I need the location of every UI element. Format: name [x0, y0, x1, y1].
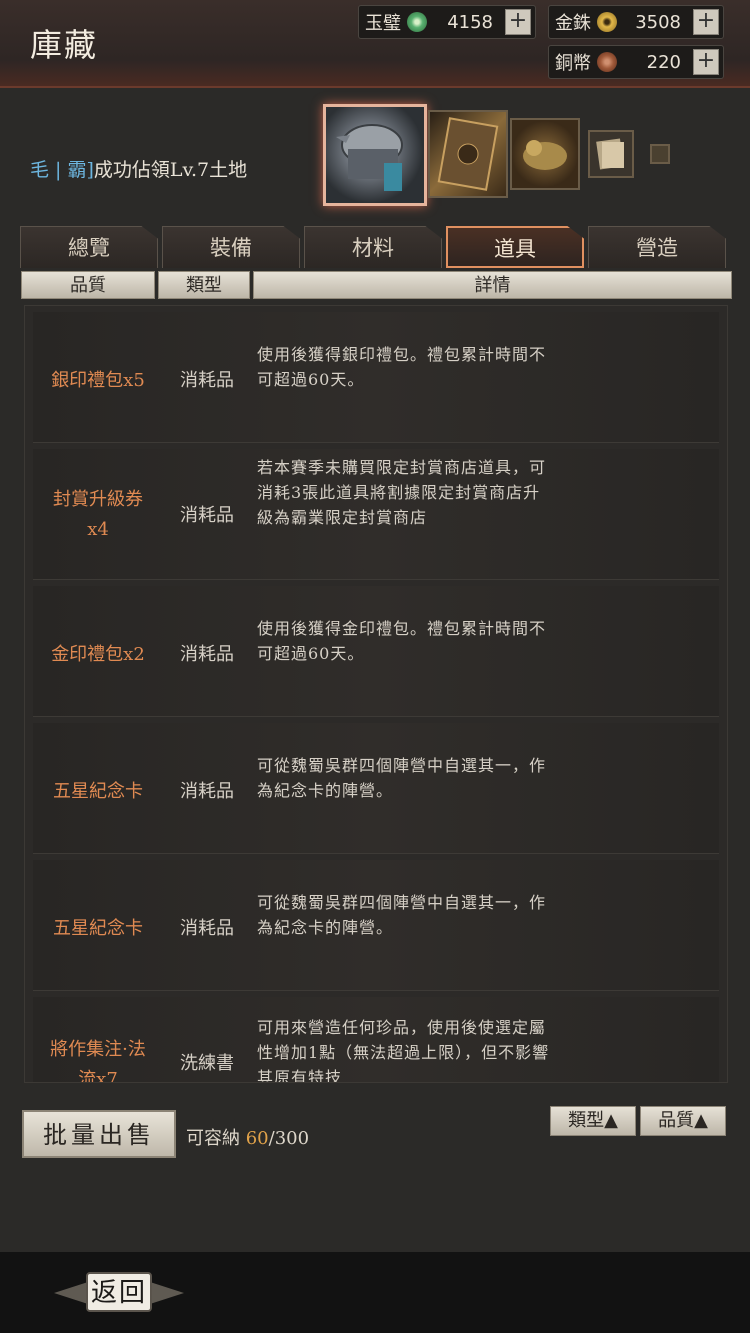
- resource-jade: 玉璧 4158 +: [358, 5, 536, 39]
- paper-bundle-icon: [596, 138, 624, 170]
- tab-construct[interactable]: 營造: [588, 226, 726, 268]
- resource-label: 銅幣: [555, 53, 591, 74]
- list-item[interactable]: 將作集注·法流x7 洗練書 可用來營造任何珍品，使用後使選定屬性增加1點（無法超…: [33, 997, 719, 1083]
- item-name: 五星紀念卡: [53, 918, 143, 939]
- sort-by-quality-button[interactable]: 品質▲: [640, 1106, 726, 1136]
- item-desc: 可從魏蜀吳群四個陣營中自選其一，作為紀念卡的陣營。: [257, 756, 547, 800]
- sort-by-type-button[interactable]: 類型▲: [550, 1106, 636, 1136]
- item-type: 消耗品: [180, 918, 234, 939]
- resource-value: 3508: [635, 11, 681, 33]
- tab-overview[interactable]: 總覽: [20, 226, 158, 268]
- page-title: 庫藏: [30, 26, 99, 64]
- gold-coin-icon: [597, 12, 617, 32]
- item-type: 消耗品: [180, 370, 234, 391]
- back-wing-left-icon: [54, 1282, 88, 1304]
- capacity-label: 可容納: [186, 1128, 240, 1149]
- bronze-beast-icon: [523, 140, 567, 170]
- column-type[interactable]: 類型: [158, 271, 250, 299]
- back-button[interactable]: 返回: [50, 1268, 188, 1318]
- resource-value: 4158: [447, 11, 493, 33]
- add-copper-button[interactable]: +: [693, 49, 719, 75]
- list-item[interactable]: 銀印禮包x5 消耗品 使用後獲得銀印禮包。禮包累計時間不可超過60天。: [33, 312, 719, 443]
- item-type: 消耗品: [180, 644, 234, 665]
- item-desc: 可用來營造任何珍品，使用後使選定屬性增加1點（無法超過上限），但不影響其原有特技: [257, 1018, 550, 1083]
- resource-label: 玉璧: [365, 13, 401, 34]
- tab-equipment[interactable]: 裝備: [162, 226, 300, 268]
- ticker-message: 成功佔領Lv.7土地: [93, 159, 248, 181]
- copper-coin-icon: [597, 52, 617, 72]
- item-desc: 若本賽季未購買限定封賞商店道具，可消耗3張此道具將割據限定封賞商店升級為霸業限定…: [257, 458, 547, 527]
- item-carousel-card[interactable]: [428, 110, 508, 198]
- column-quality[interactable]: 品質: [21, 271, 155, 299]
- item-name: 封賞升級券x4: [53, 489, 143, 540]
- helmet-icon: [336, 124, 403, 191]
- add-gold-button[interactable]: +: [693, 9, 719, 35]
- item-type: 消耗品: [180, 505, 234, 526]
- item-carousel-beast[interactable]: [510, 118, 580, 190]
- tab-items[interactable]: 道具: [446, 226, 584, 268]
- item-carousel-paper[interactable]: [588, 130, 634, 178]
- item-desc: 可從魏蜀吳群四個陣營中自選其一，作為紀念卡的陣營。: [257, 893, 547, 937]
- resource-gold: 金銖 3508 +: [548, 5, 724, 39]
- ticker-prefix: 毛 |: [30, 159, 68, 181]
- scroll-card-icon: [437, 117, 499, 191]
- item-type: 洗練書: [180, 1053, 234, 1074]
- list-item[interactable]: 金印禮包x2 消耗品 使用後獲得金印禮包。禮包累計時間不可超過60天。: [33, 586, 719, 717]
- jade-coin-icon: [407, 12, 427, 32]
- list-item[interactable]: 封賞升級券x4 消耗品 若本賽季未購買限定封賞商店道具，可消耗3張此道具將割據限…: [33, 449, 719, 580]
- item-name: 金印禮包x2: [51, 644, 145, 665]
- bulk-sell-button[interactable]: 批量出售: [22, 1110, 176, 1158]
- resource-value: 220: [646, 51, 681, 73]
- item-list[interactable]: 銀印禮包x5 消耗品 使用後獲得銀印禮包。禮包累計時間不可超過60天。 封賞升級…: [24, 305, 728, 1083]
- capacity-total: /300: [268, 1128, 310, 1149]
- tab-materials[interactable]: 材料: [304, 226, 442, 268]
- back-wing-right-icon: [150, 1282, 184, 1304]
- category-tabs: 總覽 裝備 材料 道具 營造: [20, 226, 730, 268]
- item-carousel-selected-helmet[interactable]: [323, 104, 427, 206]
- list-item[interactable]: 五星紀念卡 消耗品 可從魏蜀吳群四個陣營中自選其一，作為紀念卡的陣營。: [33, 860, 719, 991]
- news-ticker: 毛 | 霸]成功佔領Lv.7土地: [30, 155, 247, 182]
- item-name: 五星紀念卡: [53, 781, 143, 802]
- capacity-used: 60: [245, 1128, 269, 1149]
- resource-label: 金銖: [555, 13, 591, 34]
- ticker-faction: 霸]: [67, 159, 94, 181]
- list-item[interactable]: 五星紀念卡 消耗品 可從魏蜀吳群四個陣營中自選其一，作為紀念卡的陣營。: [33, 723, 719, 854]
- add-jade-button[interactable]: +: [505, 9, 531, 35]
- item-name: 將作集注·法流x7: [50, 1039, 146, 1083]
- resource-copper: 銅幣 220 +: [548, 45, 724, 79]
- column-detail: 詳情: [253, 271, 732, 299]
- item-desc: 使用後獲得銀印禮包。禮包累計時間不可超過60天。: [257, 345, 547, 389]
- item-name: 銀印禮包x5: [51, 370, 145, 391]
- item-desc: 使用後獲得金印禮包。禮包累計時間不可超過60天。: [257, 619, 547, 663]
- back-label: 返回: [86, 1272, 152, 1312]
- item-carousel-small[interactable]: [650, 144, 670, 164]
- item-type: 消耗品: [180, 781, 234, 802]
- capacity-text: 可容納 60/300: [186, 1124, 309, 1150]
